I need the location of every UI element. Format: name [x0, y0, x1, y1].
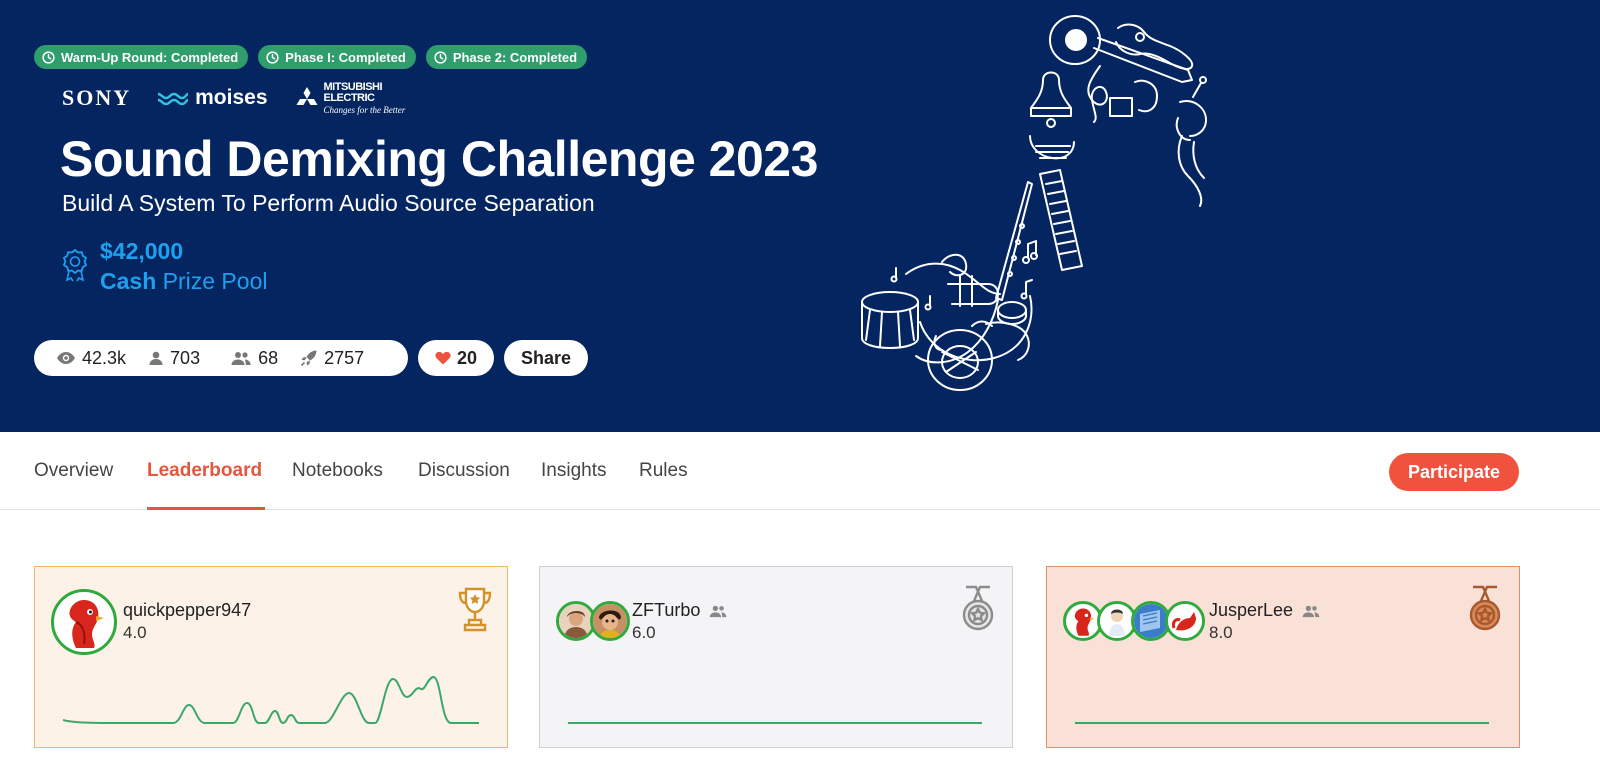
badge-warm-up-round: Warm-Up Round: Completed	[34, 45, 249, 69]
team-icon	[231, 352, 251, 365]
leaderboard-card-rank-2[interactable]: ZFTurbo 6.0	[539, 566, 1013, 748]
competitor-name-row: ZFTurbo	[632, 600, 728, 621]
eye-icon	[57, 352, 75, 364]
score-history-sparkline	[1075, 722, 1489, 724]
tab-overview[interactable]: Overview	[34, 460, 113, 482]
submissions-stat: 2757	[300, 348, 364, 369]
team-score: 6.0	[632, 623, 656, 642]
portrait-avatar-icon	[559, 604, 593, 638]
participants-stat: 703	[148, 348, 200, 369]
gold-trophy-icon	[458, 587, 492, 632]
submissions-count: 2757	[324, 347, 365, 368]
challenge-subtitle: Build A System To Perform Audio Source S…	[62, 190, 595, 216]
mitsubishi-name-line1: MITSUBISHI	[323, 80, 383, 93]
like-button[interactable]: 20	[418, 340, 494, 376]
competitor-score: 4.0	[123, 623, 147, 642]
award-ribbon-icon	[62, 248, 88, 282]
team-icon	[1302, 605, 1320, 617]
leaderboard-card-rank-3[interactable]: JusperLee 8.0	[1046, 566, 1520, 748]
badge-phase-2: Phase 2: Completed	[425, 45, 588, 69]
challenge-nav-tabs: Overview Leaderboard Notebooks Discussio…	[0, 432, 1600, 510]
red-squirrel-avatar-icon	[1168, 604, 1202, 638]
active-tab-indicator	[147, 507, 265, 510]
badge-label: Warm-Up Round: Completed	[61, 49, 239, 65]
participate-button[interactable]: Participate	[1389, 453, 1519, 491]
wave-icon	[157, 92, 189, 106]
badge-label: Phase I: Completed	[285, 49, 406, 65]
cartoon-person-avatar-icon	[1100, 604, 1134, 638]
sony-logo: SONY	[62, 85, 132, 110]
participants-count: 703	[170, 347, 201, 368]
share-button[interactable]: Share	[504, 340, 588, 376]
tab-leaderboard[interactable]: Leaderboard	[147, 460, 262, 482]
score-history-sparkline	[63, 675, 479, 725]
three-diamonds-icon	[296, 87, 317, 105]
score-history-sparkline	[568, 722, 982, 724]
team-name[interactable]: ZFTurbo	[632, 600, 700, 621]
person-icon	[149, 351, 163, 365]
challenge-stats-bar: 42.3k 703 68 2757	[34, 340, 408, 376]
moises-wordmark: moises	[195, 86, 268, 109]
mitsubishi-name-line2: ELECTRIC	[323, 91, 375, 104]
avatar[interactable]	[51, 589, 117, 655]
competitor-name-row: quickpepper947	[123, 600, 251, 621]
challenge-hero-banner: Warm-Up Round: Completed Phase I: Comple…	[0, 0, 1600, 432]
teams-stat: 68	[230, 348, 278, 369]
tab-rules[interactable]: Rules	[639, 460, 688, 482]
clock-icon	[266, 50, 279, 64]
moises-logo: moises	[157, 86, 268, 110]
red-bird-avatar-icon	[69, 600, 104, 648]
heart-icon	[435, 351, 451, 365]
team-avatars	[1063, 601, 1205, 641]
team-avatars	[556, 601, 630, 641]
prize-pool: $42,000 Cash Prize Pool	[62, 236, 267, 296]
prize-label: Cash Prize Pool	[100, 266, 267, 296]
avatar[interactable]	[1165, 601, 1205, 641]
prize-label-rest: Prize Pool	[162, 268, 268, 294]
views-stat: 42.3k	[56, 348, 126, 369]
leaderboard-card-rank-1[interactable]: quickpepper947 4.0	[34, 566, 508, 748]
challenge-title: Sound Demixing Challenge 2023	[60, 131, 818, 187]
mitsubishi-tagline: Changes for the Better	[323, 104, 406, 115]
team-name[interactable]: JusperLee	[1209, 600, 1293, 621]
badge-label: Phase 2: Completed	[452, 49, 578, 65]
team-icon	[710, 605, 727, 617]
blue-book-avatar-icon	[1134, 604, 1168, 638]
badge-phase-1: Phase I: Completed	[258, 45, 416, 69]
prize-label-bold: Cash	[100, 268, 157, 294]
avatar[interactable]	[590, 601, 630, 641]
team-score: 8.0	[1209, 623, 1233, 642]
anime-avatar-icon	[593, 604, 627, 638]
like-count: 20	[456, 347, 478, 368]
tab-discussion[interactable]: Discussion	[418, 460, 510, 482]
red-bird-avatar-icon	[1074, 608, 1095, 636]
bronze-medal-icon	[1469, 585, 1501, 631]
competitor-name[interactable]: quickpepper947	[123, 600, 251, 621]
tab-notebooks[interactable]: Notebooks	[292, 460, 383, 482]
prize-amount: $42,000	[100, 238, 184, 264]
rocket-icon	[301, 350, 317, 367]
tab-insights[interactable]: Insights	[541, 460, 606, 482]
music-instruments-illustration	[861, 15, 1207, 391]
sponsor-logos: SONY moises MITSUBISHI ELECTRIC Changes …	[62, 78, 405, 118]
teams-count: 68	[258, 347, 279, 368]
phase-status-badges: Warm-Up Round: Completed Phase I: Comple…	[34, 45, 588, 69]
clock-icon	[42, 50, 55, 64]
mitsubishi-electric-logo: MITSUBISHI ELECTRIC Changes for the Bett…	[294, 80, 406, 115]
competitor-name-row: JusperLee	[1209, 600, 1321, 621]
clock-icon	[434, 50, 447, 64]
silver-medal-icon	[962, 585, 994, 631]
views-count: 42.3k	[82, 347, 127, 368]
